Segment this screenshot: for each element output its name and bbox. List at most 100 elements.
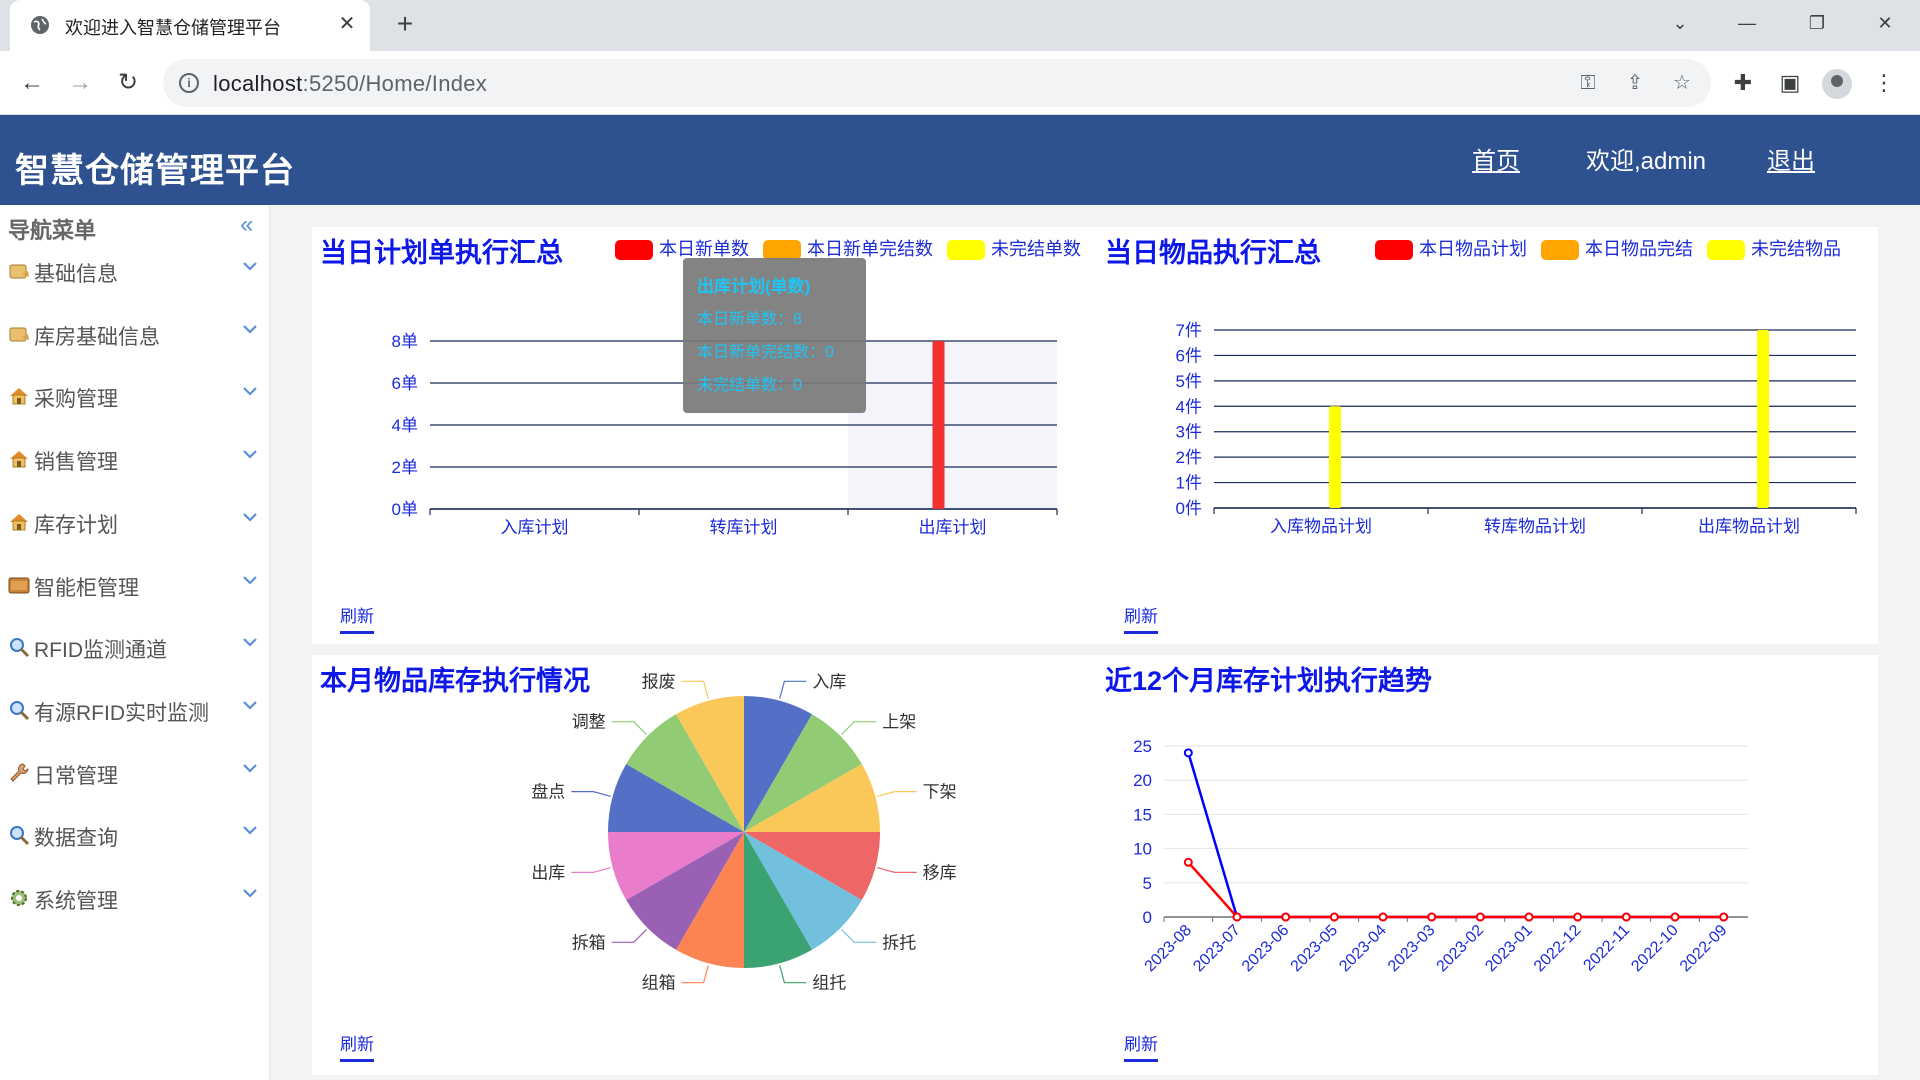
close-window-icon[interactable]: ✕ <box>1865 8 1905 38</box>
y-tick-label: 0件 <box>1176 499 1202 518</box>
item-summary-legend: 本日物品计划 本日物品完结 未完结物品 <box>1375 235 1855 261</box>
y-tick-label: 15 <box>1133 805 1152 824</box>
key-icon[interactable]: ⚿ <box>1576 71 1600 95</box>
plan-summary-refresh-button[interactable]: 刷新 <box>340 602 374 634</box>
sidebar-item[interactable]: 库存计划 <box>0 503 270 543</box>
series-point[interactable] <box>1475 912 1485 922</box>
legend-item[interactable]: 未完结物品 <box>1707 235 1841 261</box>
pie-label-line <box>571 791 611 797</box>
series-point[interactable] <box>1670 912 1680 922</box>
back-icon[interactable]: ← <box>14 65 50 101</box>
series-line <box>1187 861 1724 919</box>
site-info-icon[interactable]: i <box>179 73 199 93</box>
series-line <box>1187 752 1724 919</box>
close-tab-icon[interactable]: ✕ <box>335 12 359 36</box>
chevron-down-icon[interactable] <box>240 319 260 339</box>
bar[interactable] <box>1757 330 1769 508</box>
legend-label: 本日物品完结 <box>1585 239 1693 259</box>
collapse-sidebar-icon[interactable]: « <box>240 211 253 239</box>
legend-item[interactable]: 本日物品完结 <box>1541 235 1693 261</box>
series-point[interactable] <box>1524 912 1534 922</box>
bar[interactable] <box>932 341 945 509</box>
legend-swatch <box>1541 240 1579 261</box>
monthly-stock-refresh-button[interactable]: 刷新 <box>340 1030 374 1062</box>
monthly-stock-pie-chart: 入库上架下架移库拆托组托 组箱 拆箱 出库 盘点 调整 报废 <box>531 672 957 993</box>
restore-icon[interactable]: ❐ <box>1797 8 1837 38</box>
forward-icon[interactable]: → <box>62 65 98 101</box>
y-tick-label: 6件 <box>1176 346 1202 365</box>
profile-avatar-icon[interactable] <box>1822 69 1852 99</box>
chevron-down-icon[interactable] <box>240 758 260 778</box>
pie-label: 组托 <box>812 974 846 993</box>
sidebar-item[interactable]: 库房基础信息 <box>0 315 270 355</box>
series-point[interactable] <box>1621 912 1631 922</box>
chevron-down-icon[interactable] <box>240 632 260 652</box>
legend-item[interactable]: 本日物品计划 <box>1375 235 1527 261</box>
tooltip-row: 本日新单完结数：0 <box>697 344 834 361</box>
x-tick-label: 转库物品计划 <box>1484 517 1586 536</box>
chevron-down-icon[interactable] <box>240 695 260 715</box>
browser-tab-bar: 欢迎进入智慧仓储管理平台 ✕ + ⌄ — ❐ ✕ <box>0 0 1920 51</box>
browser-tab[interactable]: 欢迎进入智慧仓储管理平台 ✕ <box>10 0 370 51</box>
series-point[interactable] <box>1427 912 1437 922</box>
side-panel-icon[interactable]: ▣ <box>1776 69 1804 97</box>
chevron-down-icon[interactable] <box>240 507 260 527</box>
home-link[interactable]: 首页 <box>1472 141 1520 176</box>
sidebar-item[interactable]: 系统管理 <box>0 879 270 919</box>
plan-summary-legend: 本日新单数 本日新单完结数 未完结单数 <box>615 235 1095 261</box>
y-tick-label: 0 <box>1143 908 1152 927</box>
box-icon <box>8 323 30 345</box>
search-icon <box>8 636 30 658</box>
sidebar-item[interactable]: 采购管理 <box>0 377 270 417</box>
series-point[interactable] <box>1573 912 1583 922</box>
y-tick-label: 2件 <box>1176 448 1202 467</box>
series-point[interactable] <box>1719 912 1729 922</box>
chevron-down-icon[interactable] <box>240 883 260 903</box>
pie-label: 移库 <box>923 863 957 882</box>
legend-label: 未完结物品 <box>1751 239 1841 259</box>
address-bar[interactable]: i localhost:5250/Home/Index ⚿ ⇪ ☆ <box>163 59 1711 107</box>
new-tab-icon[interactable]: + <box>390 10 420 40</box>
pie-label: 入库 <box>812 672 846 691</box>
series-point[interactable] <box>1183 748 1193 758</box>
extensions-icon[interactable]: ✚ <box>1729 69 1757 97</box>
sidebar-item[interactable]: RFID监测通道 <box>0 628 270 668</box>
trend-refresh-button[interactable]: 刷新 <box>1124 1030 1158 1062</box>
y-tick-label: 10 <box>1133 840 1152 859</box>
y-tick-label: 4件 <box>1176 397 1202 416</box>
bookmark-star-icon[interactable]: ☆ <box>1670 71 1694 95</box>
sidebar-item[interactable]: 智能柜管理 <box>0 566 270 606</box>
welcome-text: 欢迎,admin <box>1586 148 1707 175</box>
chevron-down-icon[interactable] <box>240 256 260 276</box>
chevron-down-icon[interactable] <box>240 381 260 401</box>
sidebar-item-label: 系统管理 <box>34 890 118 913</box>
sidebar-item[interactable]: 数据查询 <box>0 816 270 856</box>
chevron-down-icon[interactable] <box>240 820 260 840</box>
legend-item[interactable]: 未完结单数 <box>947 235 1081 261</box>
sidebar-item[interactable]: 销售管理 <box>0 440 270 480</box>
sidebar-item-label: 销售管理 <box>34 451 118 475</box>
menu-kebab-icon[interactable]: ⋮ <box>1870 69 1898 97</box>
series-point[interactable] <box>1329 912 1339 922</box>
y-tick-label: 8单 <box>392 332 418 351</box>
tab-search-chevron-icon[interactable]: ⌄ <box>1660 8 1700 38</box>
bar[interactable] <box>1329 406 1341 508</box>
share-icon[interactable]: ⇪ <box>1623 71 1647 95</box>
series-point[interactable] <box>1378 912 1388 922</box>
series-point[interactable] <box>1183 857 1193 867</box>
chevron-down-icon[interactable] <box>240 570 260 590</box>
trend-panel: 近12个月库存计划执行趋势 0 5 10 15 20 25 2023-08 2023-07 20… <box>1097 655 1878 1075</box>
series-point[interactable] <box>1281 912 1291 922</box>
sidebar-item[interactable]: 日常管理 <box>0 754 270 794</box>
series-point[interactable] <box>1232 912 1242 922</box>
sidebar-item[interactable]: 基础信息 <box>0 252 270 292</box>
item-summary-refresh-button[interactable]: 刷新 <box>1124 602 1158 634</box>
tab-title: 欢迎进入智慧仓储管理平台 <box>65 18 281 38</box>
chevron-down-icon[interactable] <box>240 444 260 464</box>
y-tick-label: 6单 <box>392 374 418 393</box>
tooltip-row: 本日新单数：8 <box>697 311 802 328</box>
minimize-icon[interactable]: — <box>1727 8 1767 38</box>
sidebar-item[interactable]: 有源RFID实时监测 <box>0 691 270 731</box>
reload-icon[interactable]: ↻ <box>110 65 146 101</box>
logout-link[interactable]: 退出 <box>1767 141 1815 176</box>
